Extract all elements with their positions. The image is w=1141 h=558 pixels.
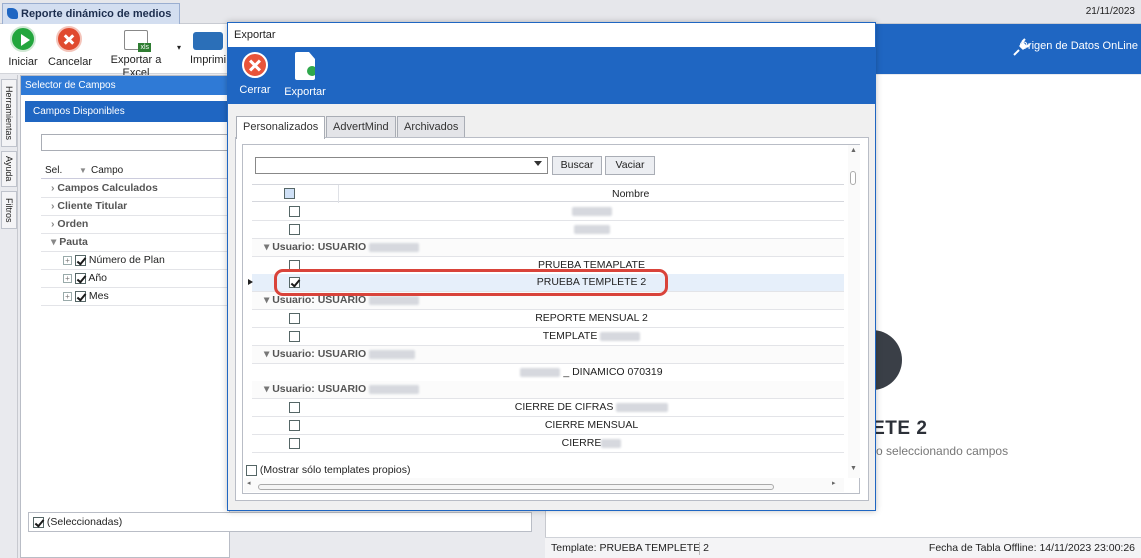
seleccionadas-checkbox[interactable]: [33, 516, 44, 528]
document-tab-label: Reporte dinámico de medios: [21, 8, 172, 20]
cerrar-label: Cerrar: [239, 84, 271, 96]
app-logo-icon: [7, 8, 18, 19]
expand-icon: +: [63, 255, 72, 265]
document-tab[interactable]: Reporte dinámico de medios: [2, 3, 181, 24]
iniciar-label: Iniciar: [8, 56, 38, 68]
field-search-input[interactable]: [41, 134, 241, 151]
iniciar-button[interactable]: Iniciar: [6, 26, 40, 69]
select-all-checkbox[interactable]: [284, 188, 295, 199]
tree-header: Sel. ▼ Campo: [41, 163, 241, 179]
current-date: 21/11/2023: [1085, 6, 1135, 17]
expand-icon: +: [63, 273, 72, 283]
own-templates-option[interactable]: (Mostrar sólo templates propios): [246, 464, 410, 476]
origen-datos-label: Origen de Datos OnLine: [1019, 40, 1138, 52]
play-icon: [10, 26, 36, 52]
col-campo: Campo: [91, 165, 124, 176]
tab-advertmind[interactable]: AdvertMind: [326, 116, 396, 138]
imprimir-label: Imprimi: [189, 54, 227, 66]
campos-disponibles-title: Campos Disponibles: [25, 101, 231, 122]
seleccionadas-filter[interactable]: (Seleccionadas): [28, 512, 532, 532]
cancel-icon: [56, 26, 82, 52]
filter-icon[interactable]: ▼: [79, 163, 87, 179]
status-bar: Template: PRUEBA TEMPLETE 2 Fecha de Tab…: [545, 537, 1141, 558]
title-bar: Reporte dinámico de medios 21/11/2023: [0, 0, 1141, 24]
highlight-annotation: [274, 269, 668, 296]
status-fecha: Fecha de Tabla Offline: 14/11/2023 23:00…: [928, 542, 1135, 554]
buscar-button[interactable]: Buscar: [552, 156, 602, 175]
tab-personalizados[interactable]: Personalizados: [236, 116, 326, 139]
printer-icon: [193, 32, 223, 50]
template-row[interactable]: [252, 221, 844, 239]
dropdown-arrow-icon[interactable]: ▾: [177, 43, 181, 52]
vertical-scroll-thumb[interactable]: [850, 171, 856, 185]
dialog-title: Exportar: [228, 23, 875, 47]
template-row[interactable]: CIERRE MENSUAL: [252, 417, 844, 435]
template-row[interactable]: TEMPLATE: [252, 328, 844, 346]
tree-group-cliente-titular[interactable]: › Cliente Titular: [41, 198, 241, 216]
tree-group-orden[interactable]: › Orden: [41, 216, 241, 234]
combo-arrow-icon[interactable]: [534, 161, 542, 166]
tab-filtros[interactable]: Filtros: [1, 191, 17, 229]
tree-item-numero-plan[interactable]: + Número de Plan: [41, 252, 241, 270]
cancelar-button[interactable]: Cancelar: [48, 26, 93, 69]
exportar-label: Exportar: [284, 86, 326, 98]
tree-group-campos-calculados[interactable]: › Campos Calculados: [41, 180, 241, 198]
imprimir-button[interactable]: Imprimi: [189, 26, 227, 67]
tree-group-pauta[interactable]: ▾ Pauta: [41, 234, 241, 252]
exportar-excel-button[interactable]: Exportar a Excel: [99, 26, 173, 80]
tab-ayuda[interactable]: Ayuda: [1, 151, 17, 187]
seleccionadas-label: (Seleccionadas): [46, 516, 123, 528]
user-group-row[interactable]: Usuario: USUARIO: [252, 346, 844, 364]
cancelar-label: Cancelar: [48, 56, 93, 68]
scroll-down-icon: ▼: [850, 465, 857, 472]
vaciar-button[interactable]: Vaciar: [605, 156, 655, 175]
grid-header: Nombre: [252, 184, 844, 202]
export-dialog: Exportar Cerrar Exportar Personalizados …: [227, 22, 876, 511]
template-search-combo[interactable]: [255, 157, 548, 174]
expand-icon: +: [63, 291, 72, 301]
template-row[interactable]: REPORTE MENSUAL 2: [252, 310, 844, 328]
scroll-right-icon: ▸: [832, 480, 836, 487]
template-row[interactable]: [252, 203, 844, 221]
template-row[interactable]: CIERRE: [252, 435, 844, 453]
excel-icon: [124, 30, 151, 52]
dialog-ribbon: Cerrar Exportar: [228, 47, 875, 104]
user-group-row[interactable]: Usuario: USUARIO: [252, 239, 844, 257]
own-templates-checkbox[interactable]: [246, 464, 257, 476]
checkbox-mes[interactable]: [75, 290, 86, 302]
tab-herramientas[interactable]: Herramientas: [1, 79, 17, 147]
tree-item-ano[interactable]: + Año: [41, 270, 241, 288]
current-row-indicator: [248, 279, 253, 285]
side-tabs: Herramientas Ayuda Filtros: [0, 75, 18, 558]
template-row[interactable]: _ DINAMICO 070319: [252, 364, 844, 382]
tree-item-mes[interactable]: + Mes: [41, 288, 241, 306]
exportar-button[interactable]: Exportar: [284, 52, 326, 98]
horizontal-scroll-thumb[interactable]: [258, 484, 774, 490]
own-templates-label: (Mostrar sólo templates propios): [259, 464, 411, 476]
col-sel: Sel.: [45, 165, 63, 176]
vertical-scrollbar[interactable]: ▲ ▼: [848, 145, 860, 478]
col-nombre: Nombre: [612, 188, 650, 200]
export-icon: [295, 52, 315, 80]
checkbox-numero-plan[interactable]: [75, 254, 86, 266]
tab-archivados[interactable]: Archivados: [397, 116, 466, 138]
selector-title: Selector de Campos: [21, 76, 229, 95]
scroll-up-icon: ▲: [850, 147, 857, 154]
status-template: Template: PRUEBA TEMPLETE 2: [551, 542, 709, 554]
origen-datos-band[interactable]: Origen de Datos OnLine: [876, 24, 1141, 74]
user-group-row[interactable]: Usuario: USUARIO: [252, 381, 844, 399]
close-icon: [242, 52, 268, 78]
cerrar-button[interactable]: Cerrar: [238, 52, 272, 96]
scroll-left-icon: ◂: [247, 480, 251, 487]
template-row[interactable]: CIERRE DE CIFRAS: [252, 399, 844, 417]
template-subtitle: os o seleccionando campos: [860, 444, 1009, 458]
checkbox-ano[interactable]: [75, 272, 86, 284]
selector-panel: Selector de Campos Campos Disponibles Se…: [20, 75, 241, 558]
